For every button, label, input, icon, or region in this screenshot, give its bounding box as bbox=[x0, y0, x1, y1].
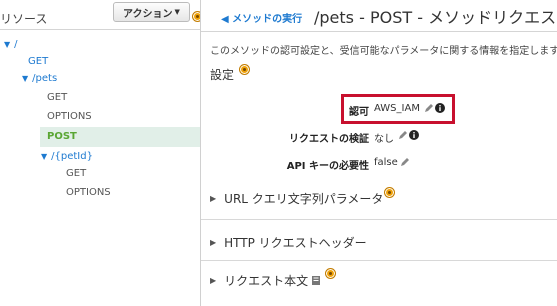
tree-item-petid-options[interactable]: OPTIONS bbox=[66, 187, 111, 198]
query-help-icon[interactable] bbox=[384, 187, 395, 198]
back-arrow-icon: ◀ bbox=[221, 14, 233, 25]
auth-highlight-box bbox=[341, 94, 455, 124]
tree-item-petid[interactable]: ▼ /{petId} bbox=[41, 151, 93, 162]
chevron-down-icon: ▼ bbox=[174, 8, 180, 16]
actions-button-label: アクション bbox=[123, 8, 173, 20]
tree-item-pets-get[interactable]: GET bbox=[47, 92, 67, 103]
back-to-method-execution-link[interactable]: ◀ メソッドの実行 bbox=[221, 10, 302, 25]
pencil-icon[interactable] bbox=[400, 157, 410, 167]
tree-item-pets-options[interactable]: OPTIONS bbox=[47, 111, 92, 122]
tree-item-root[interactable]: ▼ / bbox=[4, 39, 18, 50]
section-title: リクエスト本文 bbox=[224, 274, 309, 288]
settings-help-icon[interactable] bbox=[239, 64, 250, 75]
page-description: このメソッドの認可設定と、受信可能なパラメータに関する情報を指定します。 bbox=[210, 46, 557, 57]
http-request-headers-section[interactable]: ▶ HTTP リクエストヘッダー bbox=[210, 234, 367, 251]
tree-item-pets[interactable]: ▼ /pets bbox=[22, 73, 57, 84]
tree-item-label: /{petId} bbox=[51, 151, 93, 162]
expand-arrow-icon[interactable]: ▼ bbox=[22, 74, 28, 83]
actions-button[interactable]: アクション ▼ bbox=[113, 2, 190, 22]
divider bbox=[201, 219, 557, 220]
tree-item-label: / bbox=[14, 39, 18, 50]
tree-item-petid-get[interactable]: GET bbox=[66, 168, 86, 179]
tree-item-root-get[interactable]: GET bbox=[28, 56, 48, 67]
back-link-label: メソッドの実行 bbox=[232, 14, 303, 25]
url-query-params-section[interactable]: ▶ URL クエリ文字列パラメータ bbox=[210, 190, 383, 207]
page-title: /pets - POST - メソッドリクエスト bbox=[314, 8, 557, 27]
resources-title: リソース bbox=[0, 12, 48, 26]
validator-value: なし bbox=[374, 134, 394, 145]
body-help-icon[interactable] bbox=[325, 268, 336, 279]
divider bbox=[0, 29, 200, 30]
expand-arrow-icon: ▶ bbox=[210, 276, 217, 285]
book-icon bbox=[312, 276, 321, 285]
expand-arrow-icon: ▶ bbox=[210, 238, 217, 247]
info-icon[interactable] bbox=[409, 130, 419, 140]
resources-panel: リソース アクション ▼ ▼ / GET ▼/pets GET OPTIONS P… bbox=[0, 0, 203, 306]
api-key-label: API キーの必要性 bbox=[286, 161, 369, 172]
validator-label: リクエストの検証 bbox=[289, 134, 369, 145]
expand-arrow-icon: ▶ bbox=[210, 194, 217, 203]
api-key-value: false bbox=[374, 157, 398, 168]
method-request-panel: ◀ メソッドの実行 /pets - POST - メソッドリクエスト このメソッ… bbox=[201, 0, 557, 306]
tree-item-pets-post[interactable]: POST bbox=[47, 131, 77, 142]
divider bbox=[201, 31, 557, 32]
pencil-icon[interactable] bbox=[398, 130, 408, 140]
expand-arrow-icon[interactable]: ▼ bbox=[4, 40, 10, 49]
divider bbox=[201, 260, 557, 261]
tree-item-label: /pets bbox=[32, 73, 58, 84]
expand-arrow-icon[interactable]: ▼ bbox=[41, 152, 47, 161]
section-title: HTTP リクエストヘッダー bbox=[224, 236, 367, 250]
settings-title: 設定 bbox=[210, 68, 235, 82]
request-body-section[interactable]: ▶ リクエスト本文 bbox=[210, 272, 321, 289]
section-title: URL クエリ文字列パラメータ bbox=[224, 192, 384, 206]
